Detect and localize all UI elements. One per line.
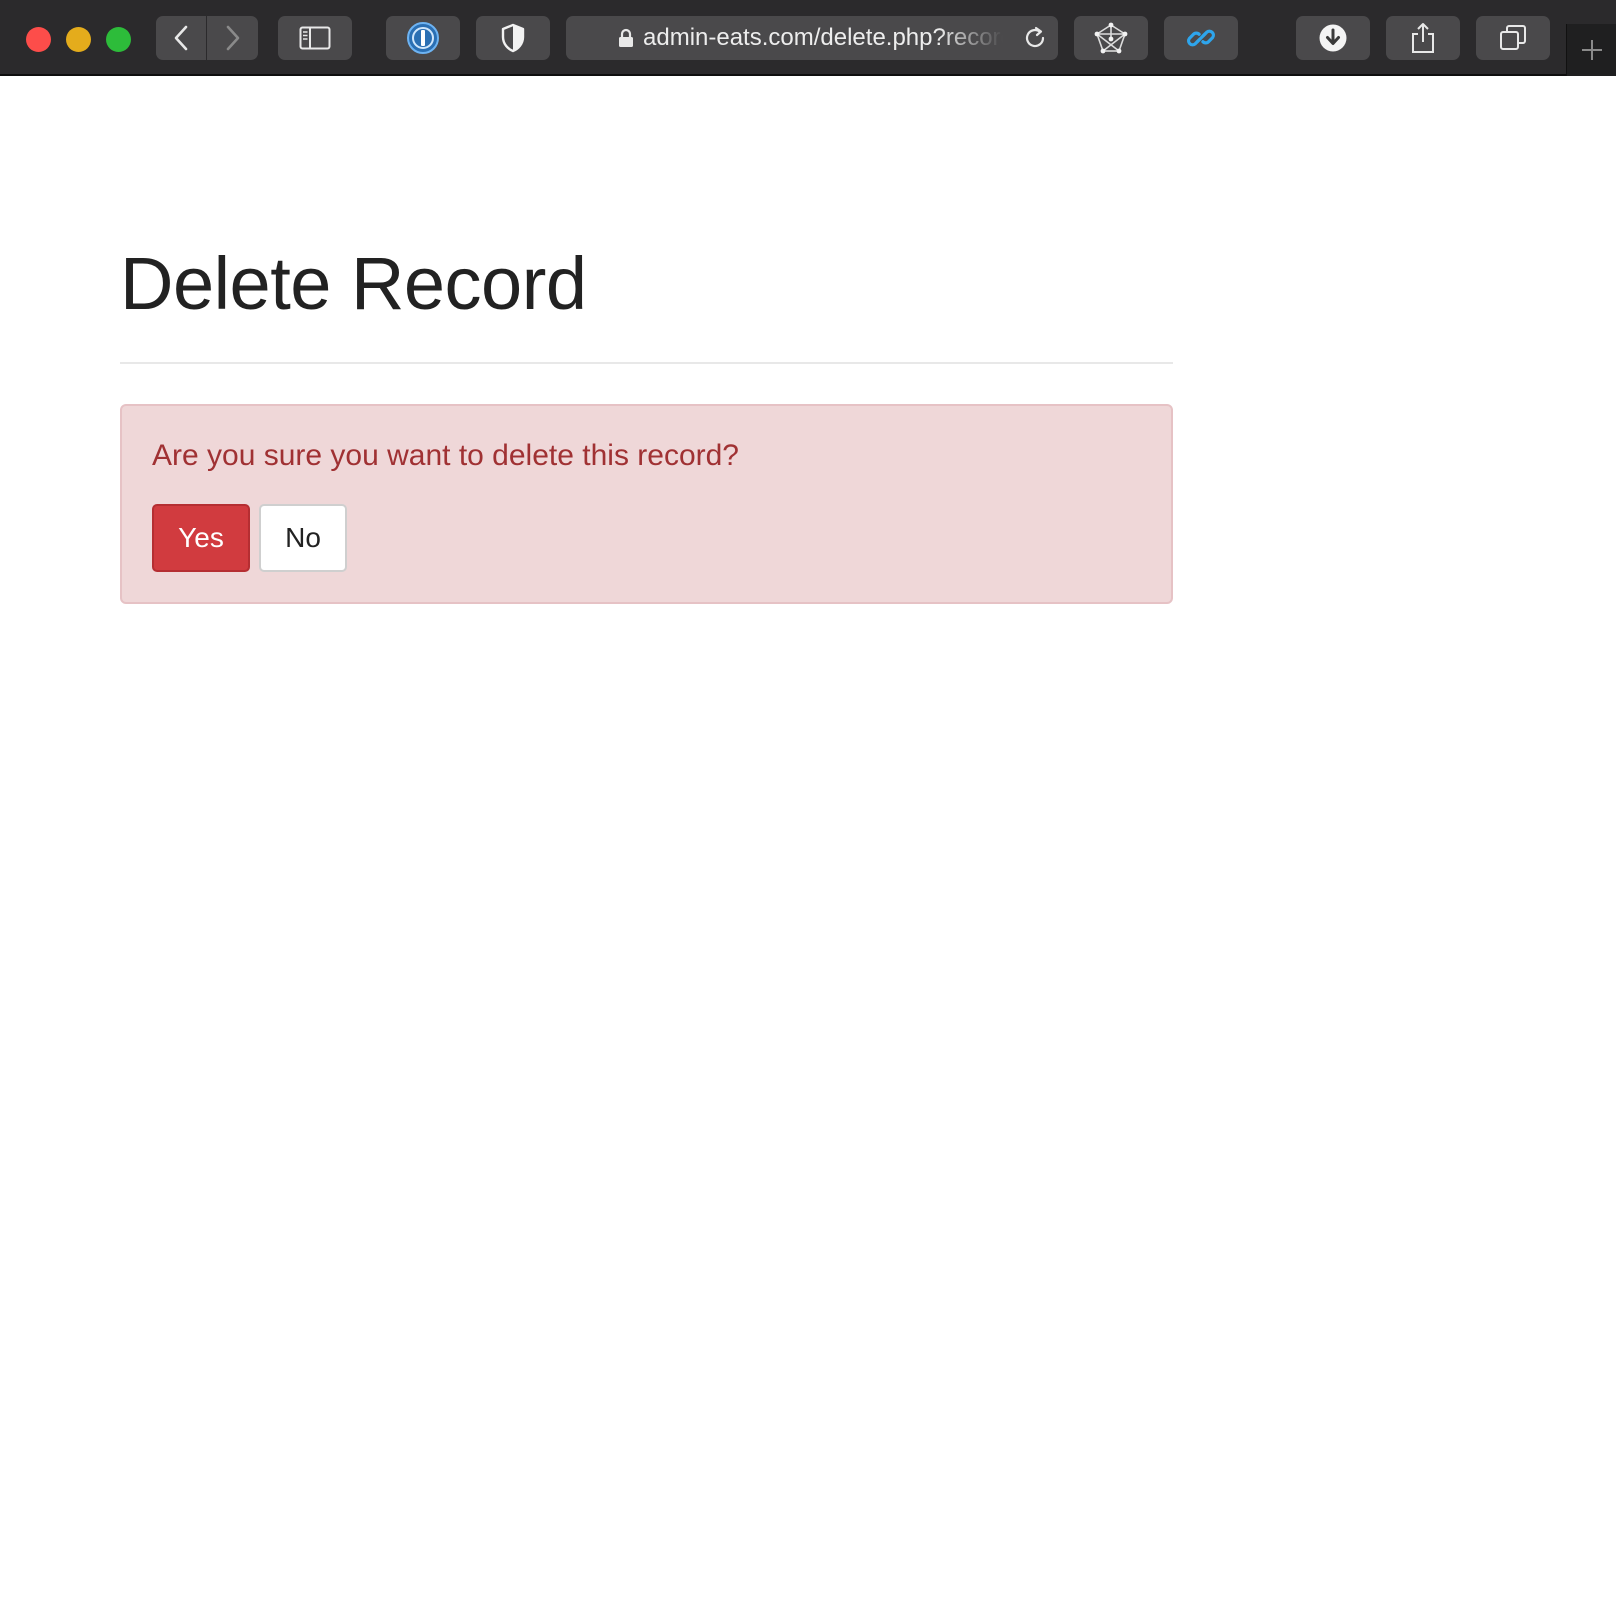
browser-toolbar: admin-eats.com/delete.php?record_id=1 <box>0 0 1616 76</box>
share-icon <box>1412 23 1434 53</box>
zoom-window-button[interactable] <box>106 27 131 52</box>
reload-icon[interactable] <box>1022 25 1048 51</box>
network-graph-icon <box>1094 22 1128 54</box>
back-button[interactable] <box>156 16 207 60</box>
tab-overview-button[interactable] <box>1476 16 1550 60</box>
minimize-window-button[interactable] <box>66 27 91 52</box>
shield-icon <box>501 23 525 53</box>
sidebar-button[interactable] <box>278 16 352 60</box>
navigation-buttons <box>156 16 258 60</box>
link-icon <box>1187 29 1215 47</box>
cancel-delete-button[interactable]: No <box>259 504 347 572</box>
lock-icon <box>619 28 633 47</box>
onepassword-icon <box>407 22 439 54</box>
close-window-button[interactable] <box>26 27 51 52</box>
page-title: Delete Record <box>120 242 587 325</box>
link-extension-button[interactable] <box>1164 16 1238 60</box>
forward-button[interactable] <box>207 16 258 60</box>
plus-icon <box>1581 40 1602 60</box>
download-icon <box>1319 24 1347 52</box>
share-button[interactable] <box>1386 16 1460 60</box>
privacy-shield-button[interactable] <box>476 16 550 60</box>
chevron-right-icon <box>226 25 239 51</box>
confirm-delete-button[interactable]: Yes <box>152 504 250 572</box>
title-divider <box>120 362 1173 364</box>
new-tab-button[interactable] <box>1566 24 1616 76</box>
confirmation-message: Are you sure you want to delete this rec… <box>152 439 739 472</box>
downloads-button[interactable] <box>1296 16 1370 60</box>
sidebar-icon <box>299 26 331 50</box>
chevron-left-icon <box>174 25 188 51</box>
password-manager-button[interactable] <box>386 16 460 60</box>
delete-confirmation-alert: Are you sure you want to delete this rec… <box>120 404 1173 604</box>
address-bar[interactable]: admin-eats.com/delete.php?record_id=1 <box>566 16 1058 60</box>
url-text: admin-eats.com/delete.php?record_id=1 <box>643 24 1003 51</box>
network-extension-button[interactable] <box>1074 16 1148 60</box>
tabs-icon <box>1500 25 1526 50</box>
